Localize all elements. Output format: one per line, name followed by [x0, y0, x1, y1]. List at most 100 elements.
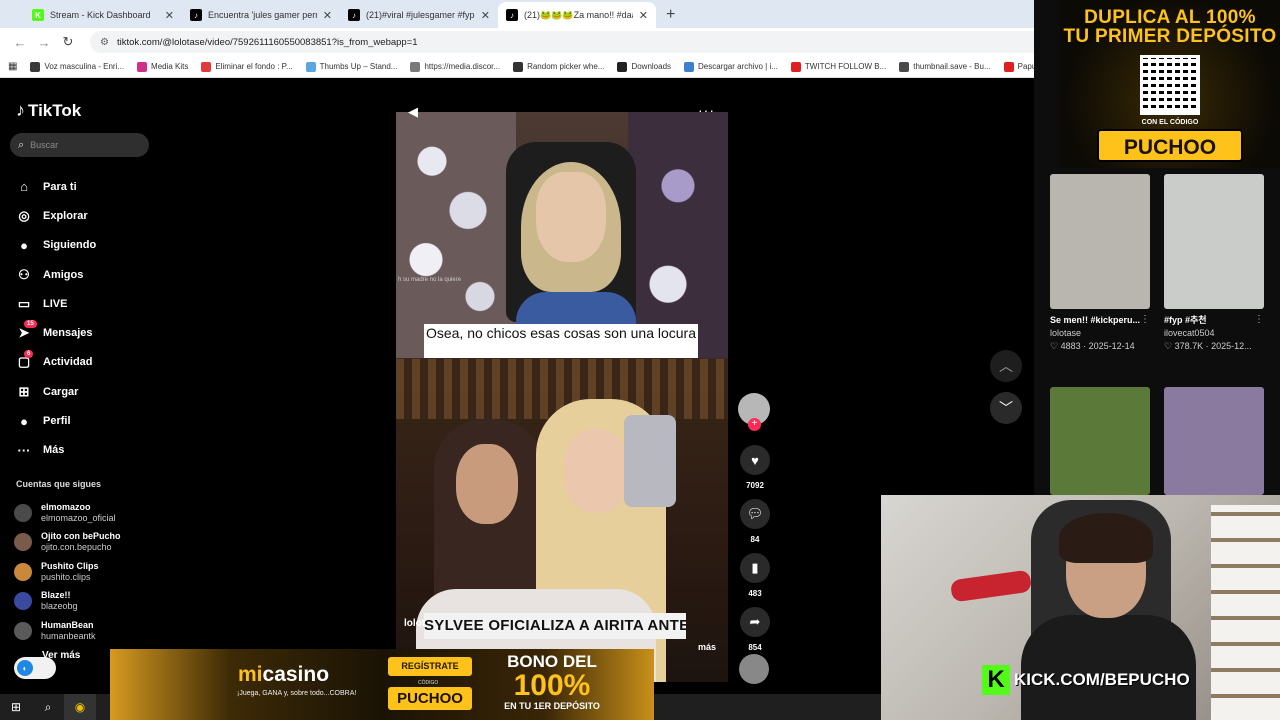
- recommendation-thumbnail[interactable]: [1164, 174, 1264, 309]
- tab-title: Encuentra 'jules gamer perro' e: [208, 10, 317, 20]
- bookmark-item[interactable]: Media Kits: [137, 61, 188, 72]
- recommendation-user[interactable]: lolotase: [1050, 327, 1148, 340]
- music-disc-icon[interactable]: [739, 654, 769, 684]
- new-tab-button[interactable]: +: [656, 6, 685, 28]
- upload-icon: ⊞: [18, 383, 30, 399]
- tab-close-icon[interactable]: ✕: [639, 9, 648, 22]
- site-info-icon[interactable]: ⚙: [100, 37, 109, 48]
- following-item[interactable]: Pushito Clips pushito.clips: [14, 557, 121, 587]
- video-top-frame: h su madre no la quiere Osea, no chicos …: [396, 112, 728, 358]
- creator-avatar[interactable]: +: [738, 393, 770, 431]
- following-item[interactable]: HumanBean humanbeantk: [14, 616, 121, 646]
- bookmark-item[interactable]: https://media.discor...: [410, 61, 500, 72]
- bookmark-item[interactable]: Voz masculina - Enri...: [30, 61, 124, 72]
- following-icon: ●: [20, 237, 28, 253]
- tab-close-icon[interactable]: ✕: [323, 9, 332, 22]
- following-handle: elmomazoo_oficial: [41, 512, 116, 523]
- browser-tab[interactable]: K Stream - Kick Dashboard ✕: [24, 2, 182, 28]
- taskbar-search-icon[interactable]: ⌕: [32, 700, 64, 715]
- nav-item-para-ti[interactable]: ⌂ Para ti: [16, 172, 96, 201]
- browser-tab[interactable]: ♪ (21)🐸🐸🐸Za mano!! #daaris ✕: [498, 2, 656, 28]
- nav-item-amigos[interactable]: ⚇ Amigos: [16, 260, 96, 289]
- kick-url: KICK.COM/BEPUCHO: [1014, 670, 1190, 689]
- bookmark-item[interactable]: Descargar archivo | i...: [684, 61, 778, 72]
- nav-item-perfil[interactable]: ● Perfil: [16, 406, 96, 435]
- tab-favicon-icon: K: [32, 9, 44, 21]
- back-icon[interactable]: ←: [8, 35, 32, 50]
- scroll-up-icon[interactable]: ︿: [990, 350, 1022, 382]
- following-name: elmomazoo: [41, 501, 91, 512]
- bookmark-label: thumbnail.save - Bu...: [913, 62, 991, 71]
- following-name: Ojito con bePucho: [41, 531, 121, 542]
- following-text: Pushito Clips pushito.clips: [41, 561, 99, 583]
- casino-promo-top: DUPLICA AL 100% TU PRIMER DEPÓSITO CON E…: [1060, 0, 1280, 168]
- save-action[interactable]: ▮ 483: [738, 553, 772, 598]
- apps-icon[interactable]: ▦: [8, 61, 17, 72]
- scroll-down-icon[interactable]: ﹀: [990, 392, 1022, 424]
- tab-favicon-icon: ♪: [190, 9, 202, 21]
- nav-item-mensajes[interactable]: ➤ Mensajes 15: [16, 318, 96, 347]
- nav-item-explorar[interactable]: ◎ Explorar: [16, 201, 96, 230]
- nav-label: Siguiendo: [43, 239, 97, 252]
- volume-icon[interactable]: ◀: [408, 104, 418, 120]
- search-input[interactable]: ⌕ Buscar: [10, 133, 149, 157]
- video-player[interactable]: h su madre no la quiere Osea, no chicos …: [396, 112, 728, 682]
- recommendation-thumbnail[interactable]: [1050, 174, 1150, 309]
- browser-tab[interactable]: ♪ Encuentra 'jules gamer perro' e ✕: [182, 2, 340, 28]
- toggle-switch[interactable]: ◐: [14, 657, 56, 679]
- recommendation-user[interactable]: ilovecat0504: [1164, 327, 1262, 340]
- like-count: 7092: [746, 481, 764, 490]
- bookmark-icon[interactable]: ▮: [740, 553, 770, 583]
- nav-item-siguiendo[interactable]: ● Siguiendo: [16, 231, 96, 260]
- tiktok-logo[interactable]: ♪ TikTok: [16, 100, 81, 121]
- heart-icon[interactable]: ♥: [740, 445, 770, 475]
- bookmark-item[interactable]: Thumbs Up – Stand...: [305, 61, 397, 72]
- following-list: elmomazoo elmomazoo_oficial Ojito con bePu…: [14, 498, 121, 646]
- following-item[interactable]: Blaze!! blazeobg: [14, 587, 121, 617]
- nav-item-live[interactable]: ▭ LIVE: [16, 289, 96, 318]
- avatar: [14, 562, 32, 581]
- tab-title: (21)#viral #julesgamer #fyp | ju: [366, 10, 475, 20]
- reload-icon[interactable]: ↻: [56, 34, 80, 50]
- follow-plus-icon[interactable]: +: [748, 418, 761, 431]
- promo-headline-2: TU PRIMER DEPÓSITO: [1063, 26, 1277, 47]
- kebab-menu-icon[interactable]: ⋮: [1254, 314, 1264, 325]
- bookmark-item[interactable]: TWITCH FOLLOW B...: [790, 61, 886, 72]
- bookmark-item[interactable]: Downloads: [617, 61, 672, 72]
- bookmark-item[interactable]: Random picker whe...: [513, 61, 604, 72]
- share-action[interactable]: ➦ 854: [738, 607, 772, 652]
- comment-action[interactable]: 💬︎ 84: [738, 499, 772, 544]
- nav-item-más[interactable]: ··· Más: [16, 436, 96, 465]
- bookmark-item[interactable]: thumbnail.save - Bu...: [899, 61, 991, 72]
- bookmark-item[interactable]: Eliminar el fondo : P...: [201, 61, 293, 72]
- forward-icon[interactable]: →: [32, 35, 56, 50]
- comment-icon[interactable]: 💬︎: [740, 499, 770, 529]
- like-action[interactable]: ♥ 7092: [738, 445, 772, 490]
- nav-label: Mensajes: [43, 327, 93, 340]
- register-badge: REGÍSTRATE: [388, 657, 472, 676]
- tab-title: Stream - Kick Dashboard: [50, 10, 151, 20]
- recommendation-stats: ♡ 4883 · 2025-12-14: [1050, 341, 1135, 351]
- kebab-menu-icon[interactable]: ⋮: [1140, 314, 1150, 325]
- recommendation-thumbnail[interactable]: [1164, 387, 1264, 495]
- bookmark-label: Downloads: [631, 62, 672, 71]
- phone: [624, 415, 676, 507]
- following-item[interactable]: elmomazoo elmomazoo_oficial: [14, 498, 121, 528]
- chrome-icon[interactable]: ◉: [64, 694, 96, 720]
- more-link[interactable]: más: [698, 642, 716, 652]
- nav-item-actividad[interactable]: ▢ Actividad 6: [16, 348, 96, 377]
- url-field[interactable]: ⚙ tiktok.com/@lolotase/video/75926111605…: [90, 31, 1060, 53]
- recommendation-title[interactable]: Se men!! #kickperu...: [1050, 315, 1140, 325]
- recommendation-title[interactable]: #fyp #추천: [1164, 315, 1207, 325]
- recommendation-thumbnail[interactable]: [1050, 387, 1150, 495]
- tab-close-icon[interactable]: ✕: [481, 9, 490, 22]
- tab-close-icon[interactable]: ✕: [165, 9, 174, 22]
- bookmark-label: Descargar archivo | i...: [698, 62, 778, 71]
- nav-item-cargar[interactable]: ⊞ Cargar: [16, 377, 96, 406]
- share-icon[interactable]: ➦: [740, 607, 770, 637]
- following-item[interactable]: Ojito con bePucho ojito.con.bepucho: [14, 528, 121, 558]
- browser-tab[interactable]: ♪ (21)#viral #julesgamer #fyp | ju ✕: [340, 2, 498, 28]
- windows-start-icon[interactable]: ⊞: [0, 700, 32, 714]
- bonus-block: BONO DEL 100% EN TU 1ER DEPÓSITO: [490, 653, 614, 712]
- promo-code-label: CON EL CÓDIGO: [1141, 119, 1199, 126]
